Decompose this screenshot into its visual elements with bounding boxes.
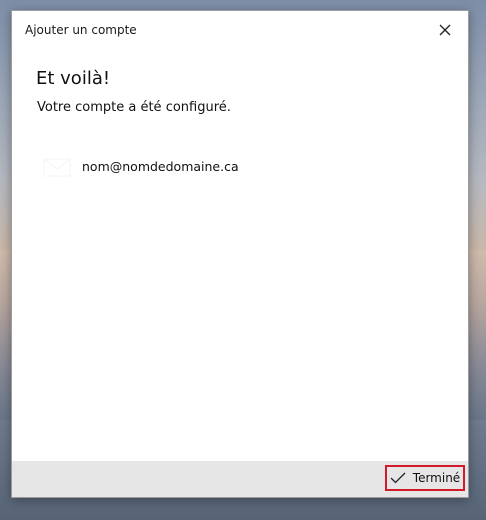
close-button[interactable] — [428, 15, 462, 45]
add-account-dialog: Ajouter un compte Et voilà! Votre compte… — [11, 10, 469, 498]
window-title: Ajouter un compte — [25, 23, 137, 37]
done-button[interactable]: Terminé — [385, 465, 465, 491]
mail-account-icon — [41, 151, 73, 183]
account-email: nom@nomdedomaine.ca — [82, 159, 239, 174]
confirmation-message: Votre compte a été configuré. — [37, 100, 231, 115]
account-entry: nom@nomdedomaine.ca — [37, 141, 397, 191]
done-label: Terminé — [412, 471, 461, 485]
dialog-footer: Terminé — [12, 461, 468, 497]
close-icon — [439, 24, 451, 36]
title-bar: Ajouter un compte — [12, 11, 468, 49]
checkmark-icon — [390, 472, 406, 484]
page-heading: Et voilà! — [36, 68, 111, 89]
